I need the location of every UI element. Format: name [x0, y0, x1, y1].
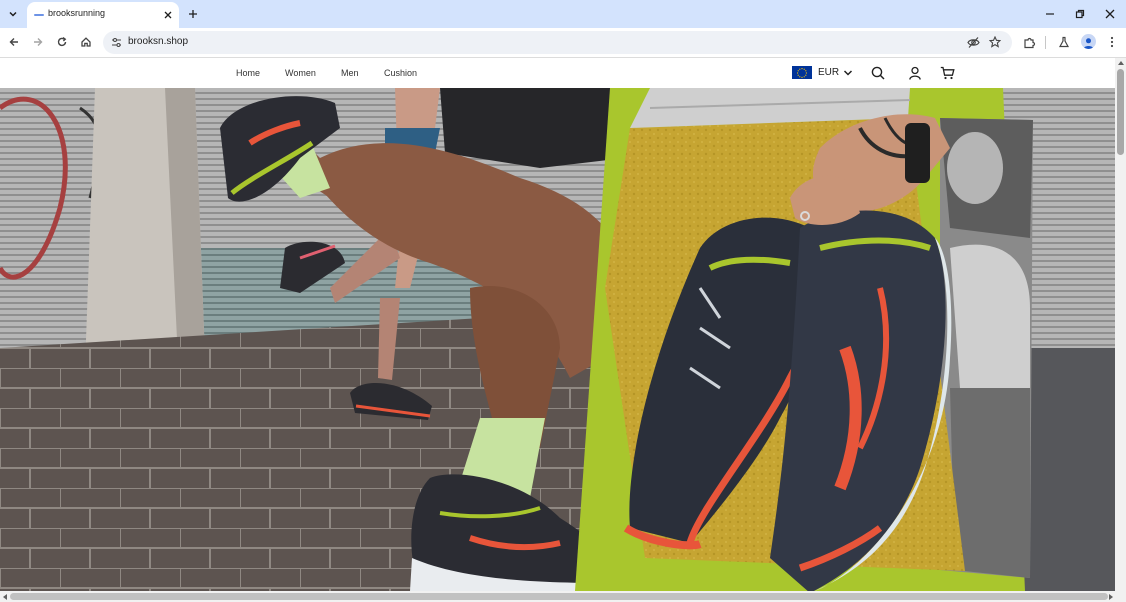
scroll-up-arrow-icon[interactable]	[1118, 61, 1124, 65]
close-window-button[interactable]	[1102, 6, 1118, 22]
url-text[interactable]: brooksn.shop	[128, 36, 188, 47]
chevron-down-icon	[844, 69, 853, 76]
back-button[interactable]	[6, 34, 22, 50]
nav-link-men[interactable]: Men	[341, 68, 359, 78]
vertical-scrollbar[interactable]	[1115, 58, 1126, 591]
forward-button[interactable]	[30, 34, 46, 50]
vertical-scroll-thumb[interactable]	[1117, 69, 1124, 155]
eye-off-icon	[966, 36, 980, 48]
scroll-left-arrow-icon[interactable]	[3, 594, 7, 600]
user-icon	[909, 66, 921, 80]
search-icon	[871, 66, 885, 80]
minimize-button[interactable]	[1042, 6, 1058, 22]
active-tab[interactable]: brooksrunning	[27, 2, 179, 28]
extensions-button[interactable]	[1021, 34, 1037, 50]
hero-runners-illustration	[0, 88, 1115, 591]
new-tab-button[interactable]	[185, 6, 201, 22]
close-icon	[1105, 9, 1115, 19]
address-bar[interactable]: brooksn.shop	[103, 31, 1012, 54]
tab-close-button[interactable]	[161, 8, 175, 22]
tab-list-button[interactable]	[4, 5, 22, 23]
tune-icon	[111, 37, 121, 47]
restore-icon	[1075, 9, 1085, 19]
nav-link-cushion[interactable]: Cushion	[384, 68, 417, 78]
site-header: Home Women Men Cushion EUR	[0, 58, 1115, 88]
nav-link-women[interactable]: Women	[285, 68, 316, 78]
browser-menu-button[interactable]	[1104, 34, 1120, 50]
currency-code: EUR	[818, 67, 840, 78]
toolbar-divider	[1045, 36, 1046, 49]
kebab-icon	[1110, 36, 1114, 48]
favicon-icon	[34, 14, 44, 16]
plus-icon	[189, 10, 197, 18]
arrow-left-icon	[9, 38, 18, 46]
chevron-down-icon	[9, 11, 17, 17]
currency-selector[interactable]: EUR	[792, 66, 853, 79]
nav-link-home[interactable]: Home	[236, 68, 260, 78]
reload-button[interactable]	[54, 34, 70, 50]
home-button[interactable]	[78, 34, 94, 50]
browser-toolbar: brooksn.shop	[0, 28, 1126, 58]
person-icon	[1083, 38, 1094, 49]
account-button[interactable]	[906, 64, 924, 82]
profile-avatar[interactable]	[1081, 34, 1096, 49]
minimize-icon	[1046, 13, 1054, 15]
puzzle-icon	[1023, 37, 1035, 48]
hero-banner-image[interactable]	[0, 88, 1115, 591]
bookmark-button[interactable]	[988, 35, 1002, 49]
scroll-right-arrow-icon[interactable]	[1109, 594, 1113, 600]
close-icon	[164, 11, 172, 19]
restore-button[interactable]	[1072, 6, 1088, 22]
reload-icon	[57, 36, 67, 47]
horizontal-scroll-thumb[interactable]	[10, 593, 1108, 600]
labs-button[interactable]	[1056, 34, 1072, 50]
tracking-protection-button[interactable]	[966, 35, 980, 49]
cart-icon	[940, 66, 955, 80]
home-icon	[81, 37, 91, 47]
arrow-right-icon	[34, 38, 43, 46]
cart-button[interactable]	[938, 64, 956, 82]
browser-tab-strip: brooksrunning	[0, 0, 1126, 28]
site-info-button[interactable]	[109, 35, 123, 49]
star-icon	[989, 36, 1001, 48]
eu-flag-icon	[792, 66, 812, 79]
search-button[interactable]	[869, 64, 887, 82]
horizontal-scrollbar[interactable]	[0, 591, 1126, 602]
tab-title: brooksrunning	[48, 8, 106, 18]
flask-icon	[1058, 36, 1070, 48]
